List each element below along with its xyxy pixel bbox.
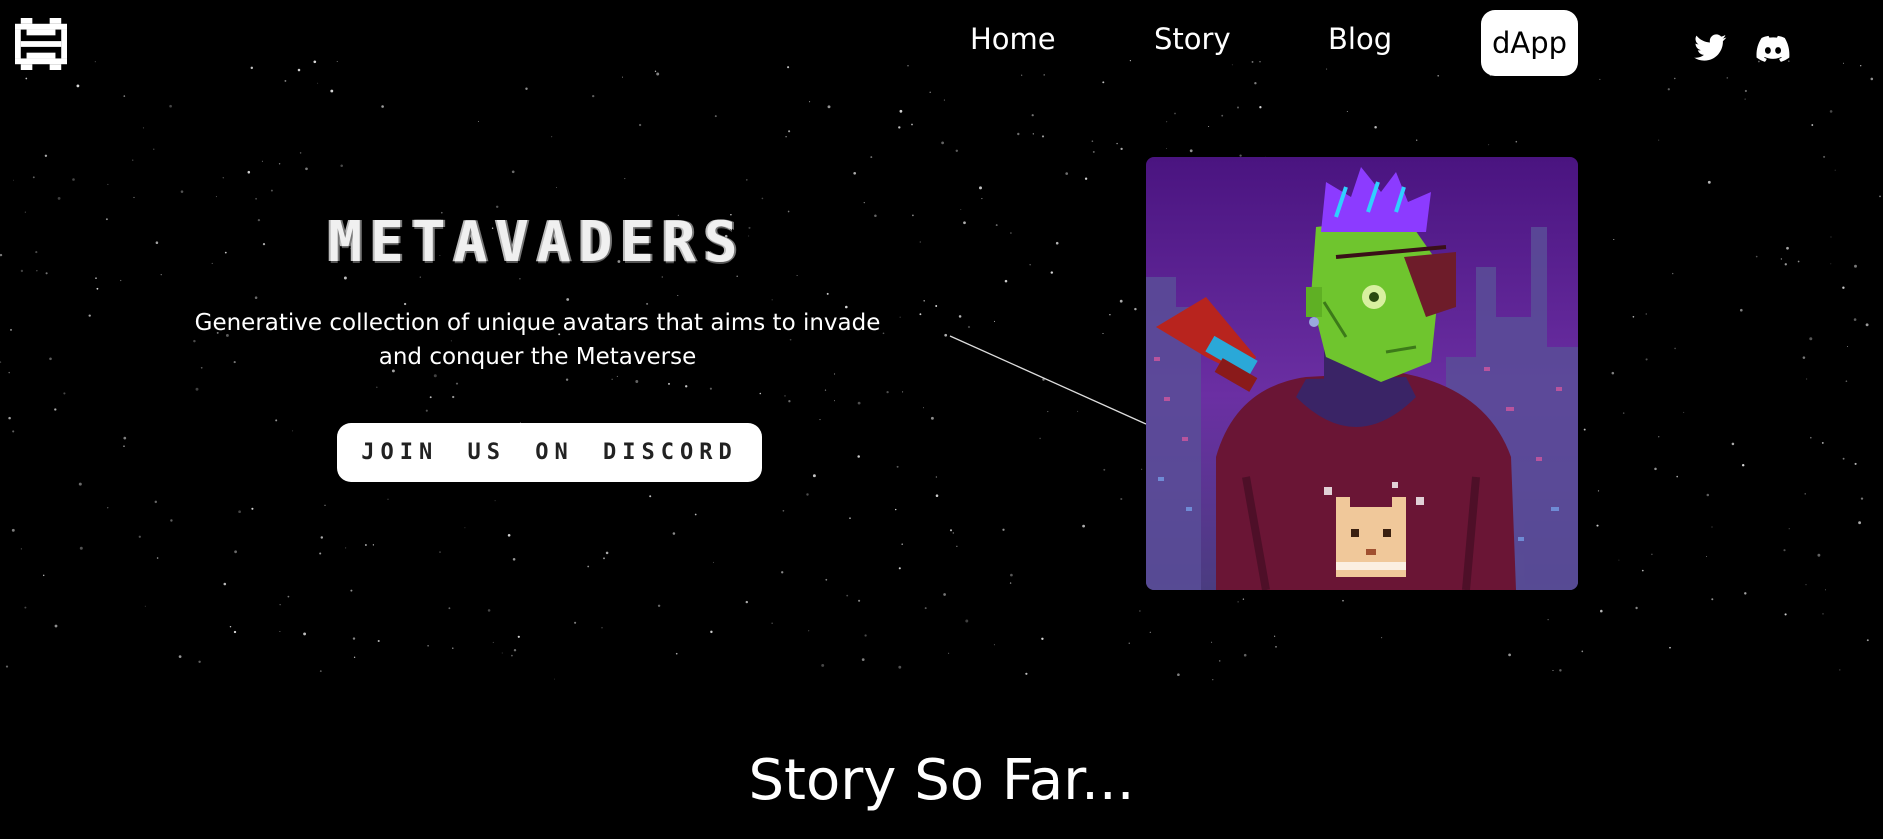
story-section-title: Story So Far... — [748, 748, 1135, 813]
landing-page: Home Story Blog dApp METAVADERS Generati… — [0, 0, 1883, 839]
shooting-star — [949, 335, 1147, 425]
pixel-avatar-artwork — [1146, 157, 1578, 590]
